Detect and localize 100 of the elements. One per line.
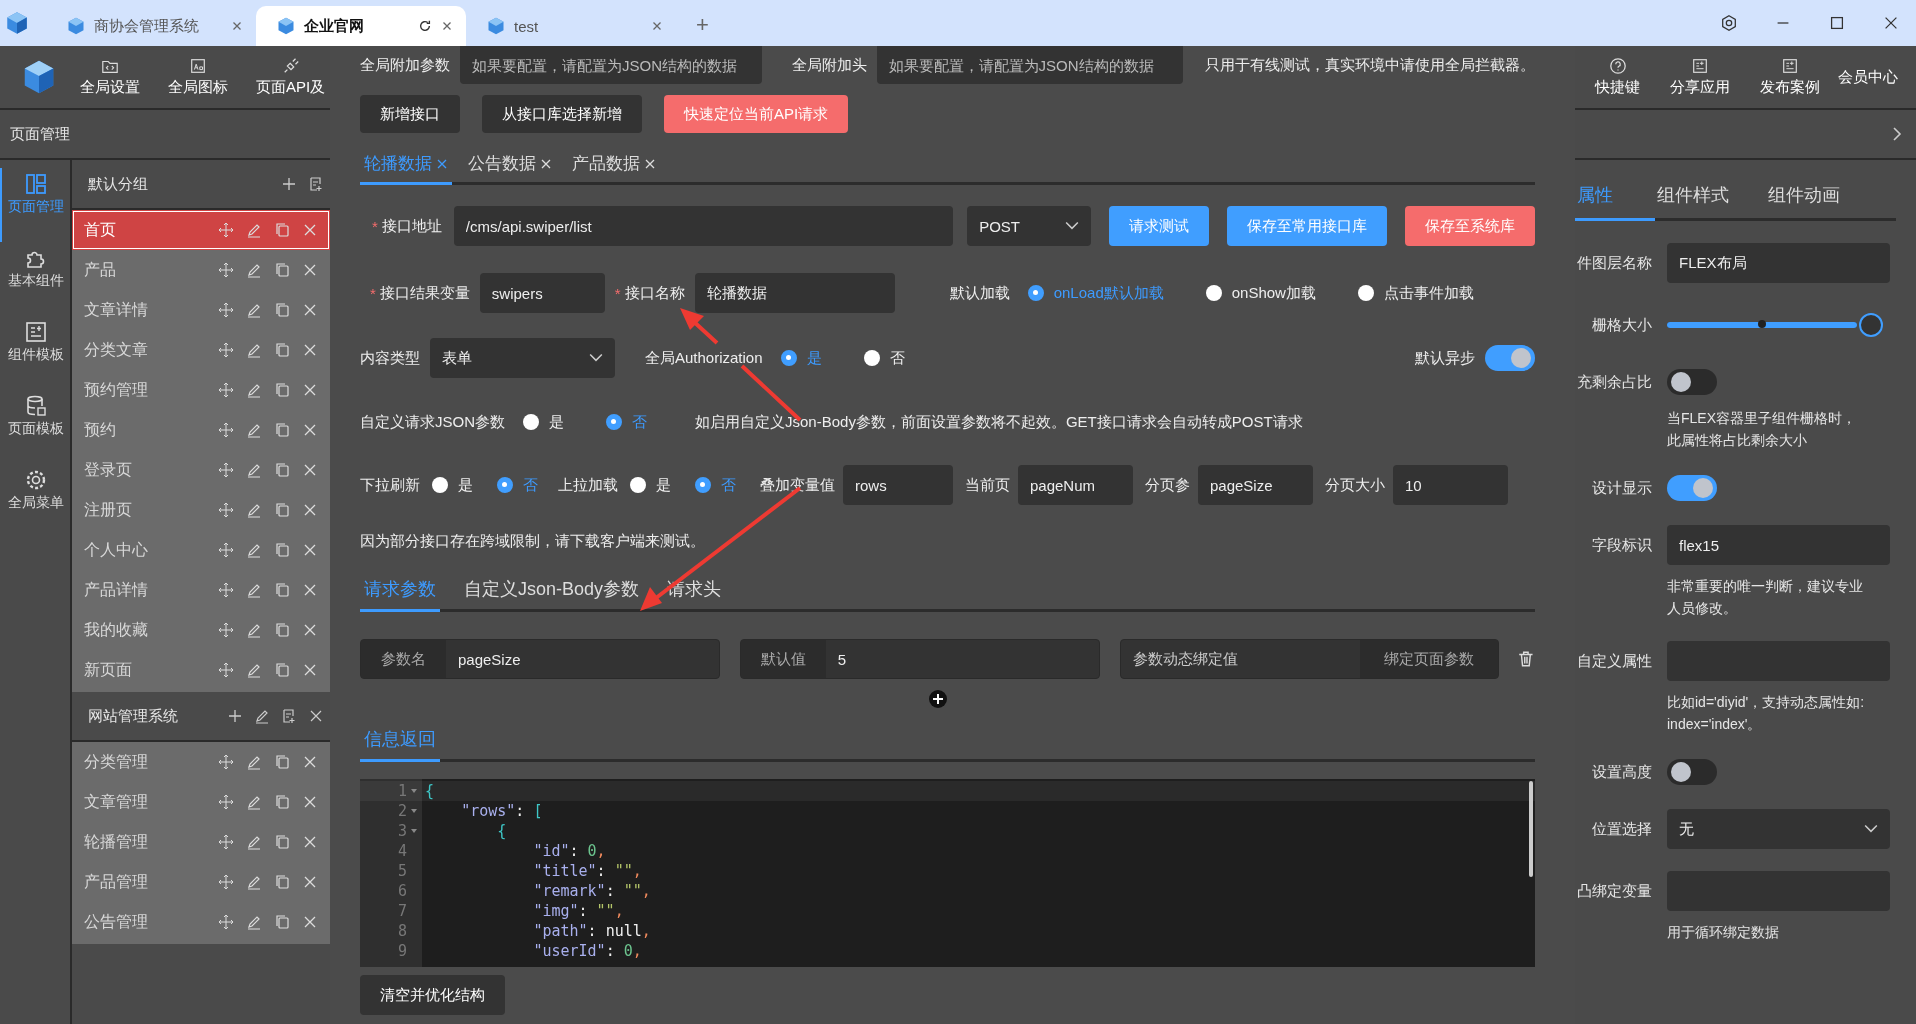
field-label: 全局Authorization (645, 348, 763, 368)
field-label: 当前页 (965, 475, 1010, 495)
page-item[interactable]: 个人中心 (72, 530, 330, 570)
field-label: 接口结果变量 (379, 283, 470, 303)
page-item[interactable]: 分类文章 (72, 330, 330, 370)
input-field[interactable]: 轮播数据 (694, 273, 895, 313)
field-label: 下拉刷新 (360, 475, 420, 495)
property-label: 自定义属性 (1576, 651, 1652, 671)
property-label: 凸绑定变量 (1576, 881, 1652, 901)
radio-option[interactable]: 是 (630, 475, 671, 495)
input-field[interactable]: 如果要配置，请配置为JSON结构的数据 (876, 46, 1183, 84)
group-name: 默认分组 (88, 174, 149, 194)
code-line: { (425, 782, 435, 800)
api-tab[interactable]: 公告数据 (464, 145, 556, 185)
field-label: 默认加载 (949, 283, 1010, 303)
required-mark: * (370, 284, 376, 302)
code-line: "title": "", (532, 862, 642, 880)
input-field[interactable]: pageSize (1198, 465, 1313, 505)
clear-button[interactable]: 清空并优化结构 (360, 975, 505, 1015)
radio-option[interactable]: 是 (432, 475, 473, 495)
property-label: 位置选择 (1591, 819, 1652, 839)
code-line: "path": null, (532, 922, 651, 940)
toolbar-button[interactable]: 快捷键 (1595, 57, 1640, 97)
field-label: 接口地址 (381, 216, 442, 236)
page-item[interactable]: 预约 (72, 410, 330, 450)
input-field[interactable]: swipers (479, 273, 605, 313)
new-tab-button[interactable]: + (696, 12, 709, 38)
toolbar-button[interactable]: 全局设置 (80, 57, 140, 97)
page-item[interactable]: 文章详情 (72, 290, 330, 330)
page-item[interactable]: 新页面 (72, 650, 330, 690)
hint-text: 用于循环绑定数据 (1667, 923, 1780, 942)
page-item[interactable]: 公告管理 (72, 902, 330, 942)
required-mark: * (614, 284, 621, 302)
page-item[interactable]: 预约管理 (72, 370, 330, 410)
browser-tab[interactable]: 企业官网 (256, 6, 466, 46)
panel-tab[interactable]: 组件动画 (1766, 172, 1877, 221)
code-editor[interactable]: 1 2 3 4 5 6 7 8 9 { "rows": [ { "id": 0, "title": "", "remark": "", "img": "", "path": null, "userId": 0, (360, 779, 1535, 967)
toolbar-button[interactable]: 分享应用 (1670, 57, 1730, 97)
page-item[interactable]: 产品管理 (72, 862, 330, 902)
action-button[interactable]: 从接口库选择新增 (482, 95, 642, 133)
note-text: 只用于有线测试，真实环境中请使用全局拦截器。 (1205, 55, 1535, 75)
page-item[interactable]: 登录页 (72, 450, 330, 490)
input-field[interactable]: FLEX布局 (1667, 243, 1890, 283)
radio-option[interactable]: 是 (523, 412, 564, 432)
tab-title: 商协会管理系统 (94, 16, 200, 36)
input-field[interactable]: flex15 (1667, 525, 1890, 565)
panel-tab[interactable]: 组件样式 (1655, 172, 1766, 221)
page-item[interactable]: 轮播管理 (72, 822, 330, 862)
toolbar-button[interactable]: 全局图标 (168, 57, 228, 97)
radio-option[interactable]: onShow加载 (1205, 283, 1316, 303)
section-title: 页面管理 (10, 124, 70, 144)
default-value-field[interactable]: 默认值 5 (739, 639, 1100, 679)
property-label: 栅格大小 (1591, 315, 1652, 335)
page-item[interactable]: 注册页 (72, 490, 330, 530)
tab-title: 企业官网 (304, 16, 365, 36)
bind-value-field[interactable]: 参数动态绑定值 绑定页面参数 (1119, 639, 1500, 679)
browser-tab[interactable]: 商协会管理系统 (46, 6, 256, 46)
page-item[interactable]: 文章管理 (72, 782, 330, 822)
tab-title: test (514, 17, 540, 35)
browser-tab[interactable]: test (466, 6, 676, 46)
method-select[interactable]: POST (967, 206, 1091, 246)
sidebar-tab[interactable]: 全局菜单 (0, 464, 70, 538)
input-field[interactable]: 如果要配置，请配置为JSON结构的数据 (460, 46, 762, 84)
content-type-select[interactable]: 表单 (430, 338, 615, 378)
field-label: 上拉加载 (558, 475, 618, 495)
api-tab[interactable]: 产品数据 (568, 145, 660, 185)
toolbar-button[interactable]: 页面API及 (256, 57, 326, 97)
position-select[interactable]: 无 (1667, 809, 1890, 849)
sidebar-tab[interactable]: 组件模板 (0, 316, 70, 390)
note-text: 如启用自定义Json-Body参数，前面设置参数将不起效。GET接口请求会自动转成POST请求 (695, 412, 1303, 432)
hint-text: 非常重要的唯一判断，建议专业人员修改。 (1667, 577, 1864, 618)
page-item[interactable]: 首页 (72, 210, 330, 250)
code-line: { (496, 822, 507, 840)
sidebar-tab[interactable]: 基本组件 (0, 242, 70, 316)
action-button[interactable]: 新增接口 (360, 95, 460, 133)
input-field[interactable]: rows (843, 465, 953, 505)
code-line: "rows": [ (460, 802, 543, 820)
property-label: 字段标识 (1591, 535, 1652, 555)
line-number: 2 (397, 802, 407, 820)
toolbar-button[interactable]: 会员中心 (1838, 67, 1898, 87)
input-field[interactable]: 10 (1393, 465, 1508, 505)
code-line: "id": 0, (532, 842, 606, 860)
sidebar-tab[interactable]: 页面模板 (0, 390, 70, 464)
radio-option[interactable]: 点击事件加载 (1357, 283, 1474, 303)
line-number: 7 (397, 902, 407, 920)
page-item[interactable]: 我的收藏 (72, 610, 330, 650)
page-item[interactable]: 分类管理 (72, 742, 330, 782)
page-item[interactable]: 产品详情 (72, 570, 330, 610)
line-number: 4 (397, 842, 407, 860)
line-number: 9 (397, 942, 407, 960)
param-tab[interactable]: 自定义Json-Body参数 (460, 569, 644, 612)
toolbar-button[interactable]: 发布案例 (1760, 57, 1820, 97)
param-name-field[interactable]: 参数名 pageSize (360, 639, 720, 679)
hint-text: 比如id='diyid'，支持动态属性如: index='index'。 (1667, 693, 1866, 734)
url-field[interactable]: /cms/api.swiper/list (453, 206, 954, 246)
property-label: 设置高度 (1591, 762, 1652, 782)
radio-option[interactable]: 否 (863, 348, 905, 368)
page-item[interactable]: 产品 (72, 250, 330, 290)
input-field[interactable]: pageNum (1018, 465, 1133, 505)
property-label: 件图层名称 (1576, 253, 1652, 273)
